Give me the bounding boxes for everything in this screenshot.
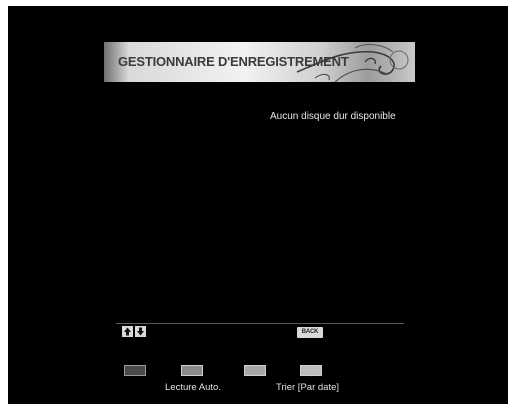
blue-key-icon[interactable] [300,365,322,376]
sort-by-date-label: Trier [Par date] [276,382,340,393]
green-key-icon[interactable] [181,365,203,376]
auto-play-label: Lecture Auto. [165,382,221,393]
yellow-key-icon[interactable] [244,365,266,376]
swirl-ornament-icon [296,44,409,82]
tv-screen: GESTIONNAIRE D'ENREGISTREMENT Aucun disq… [8,6,508,404]
back-button[interactable]: BACK [297,327,323,338]
title-banner: GESTIONNAIRE D'ENREGISTREMENT [104,42,415,82]
red-key-icon[interactable] [124,365,146,376]
footer-divider [116,323,404,324]
up-down-arrows-icon [122,326,146,337]
no-disk-message: Aucun disque dur disponible [270,111,396,122]
